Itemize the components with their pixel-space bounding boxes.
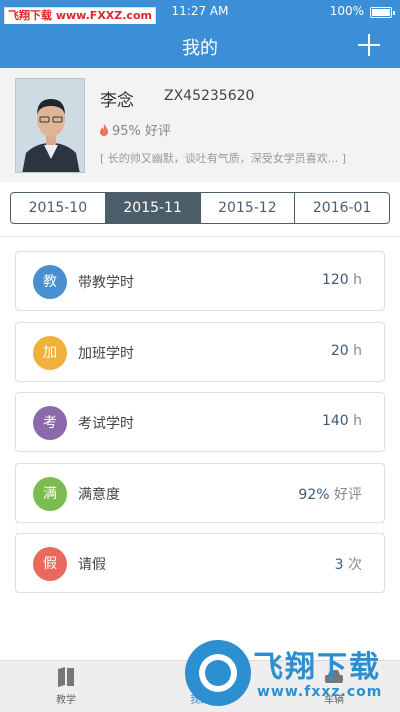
month-tabs: 2015-10 2015-11 2015-12 2016-01 bbox=[10, 192, 390, 224]
leave-badge-icon: 假 bbox=[33, 547, 67, 581]
teacher-code: ZX45235620 bbox=[164, 88, 255, 104]
watermark-url: www.fxxz.com bbox=[257, 684, 383, 700]
stat-label: 考试学时 bbox=[78, 416, 134, 432]
stat-leave[interactable]: 假 请假 3 次 bbox=[15, 533, 385, 593]
stat-unit: 好评 bbox=[334, 487, 362, 503]
stat-value: 20 h bbox=[331, 343, 362, 359]
add-icon[interactable] bbox=[358, 34, 380, 56]
battery-percent: 100% bbox=[329, 4, 364, 18]
book-icon bbox=[58, 667, 74, 687]
rating-text: 95% 好评 bbox=[112, 124, 172, 139]
teacher-motto: [ 长的帅又幽默，谈吐有气质，深受女学员喜欢... ] bbox=[100, 152, 347, 165]
stat-label: 带教学时 bbox=[78, 275, 134, 291]
stat-unit: 次 bbox=[348, 557, 362, 573]
stat-value: 3 次 bbox=[335, 554, 362, 574]
tab-2015-12[interactable]: 2015-12 bbox=[201, 193, 296, 223]
watermark-top: 飞翔下载 www.FXXZ.com bbox=[4, 7, 156, 25]
stat-exam-hours[interactable]: 考 考试学时 140 h bbox=[15, 392, 385, 452]
watermark-logo-icon bbox=[185, 640, 251, 706]
tabbar-label: 教学 bbox=[56, 695, 76, 706]
stat-teaching-hours[interactable]: 教 带教学时 120 h bbox=[15, 251, 385, 311]
stat-label: 满意度 bbox=[78, 487, 120, 503]
navbar: 我的 bbox=[0, 24, 400, 68]
rating: 95% 好评 bbox=[100, 120, 171, 139]
tabbar-item-teaching[interactable]: 教学 bbox=[36, 665, 96, 706]
exam-badge-icon: 考 bbox=[33, 406, 67, 440]
tab-2015-11[interactable]: 2015-11 bbox=[105, 193, 201, 223]
tab-2015-10[interactable]: 2015-10 bbox=[11, 193, 106, 223]
stat-satisfaction[interactable]: 满 满意度 92% 好评 bbox=[15, 463, 385, 523]
teaching-badge-icon: 教 bbox=[33, 265, 67, 299]
stat-value: 92% 好评 bbox=[298, 484, 362, 504]
stat-number: 120 bbox=[321, 272, 349, 288]
stat-unit: h bbox=[353, 343, 362, 359]
stat-overtime-hours[interactable]: 加 加班学时 20 h bbox=[15, 322, 385, 382]
satisfaction-badge-icon: 满 bbox=[33, 477, 67, 511]
stat-number: 20 bbox=[330, 343, 349, 359]
watermark-title: 飞翔下载 bbox=[253, 650, 381, 685]
stat-unit: h bbox=[353, 413, 362, 429]
profile-card: 李念 ZX45235620 95% 好评 [ 长的帅又幽默，谈吐有气质，深受女学… bbox=[0, 68, 400, 182]
overtime-badge-icon: 加 bbox=[33, 336, 67, 370]
flame-icon bbox=[100, 123, 108, 136]
stat-label: 请假 bbox=[78, 557, 106, 573]
stat-value: 120 h bbox=[322, 272, 362, 288]
page-title: 我的 bbox=[182, 38, 218, 59]
stat-value: 140 h bbox=[322, 413, 362, 429]
stat-unit: h bbox=[353, 272, 362, 288]
stat-number: 140 bbox=[321, 413, 349, 429]
stat-number: 3 bbox=[334, 557, 344, 573]
watermark-site: www.FXXZ.com bbox=[55, 9, 152, 22]
stat-number: 92% bbox=[298, 487, 330, 503]
battery-icon bbox=[370, 7, 395, 18]
divider bbox=[0, 236, 400, 237]
watermark-bottom: 飞翔下载 www.fxxz.com bbox=[185, 634, 400, 712]
avatar-photo-icon bbox=[16, 79, 84, 172]
teacher-name: 李念 bbox=[100, 91, 134, 111]
tab-2016-01[interactable]: 2016-01 bbox=[295, 193, 389, 223]
avatar[interactable] bbox=[15, 78, 85, 173]
watermark-brand: 飞翔下载 bbox=[8, 9, 52, 22]
stat-label: 加班学时 bbox=[78, 346, 134, 362]
